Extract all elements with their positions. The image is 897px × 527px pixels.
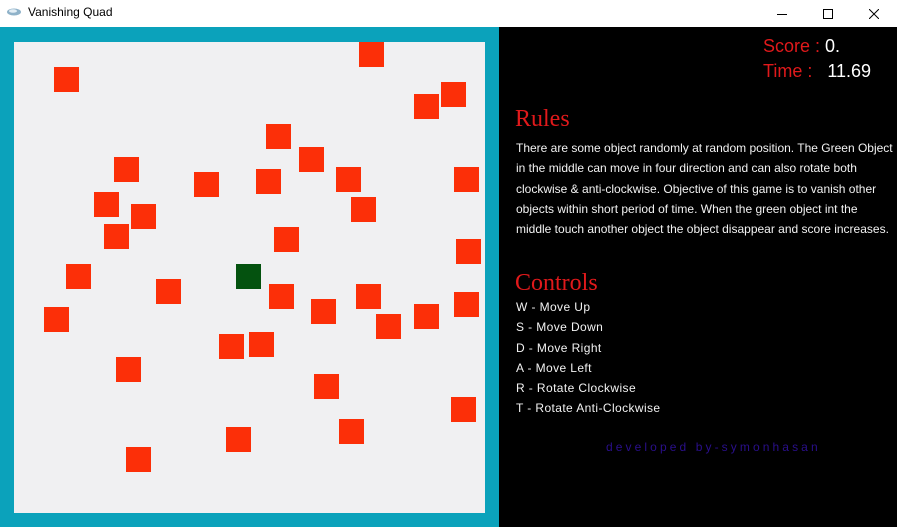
minimize-button[interactable]: [759, 0, 805, 27]
enemy-square: [454, 167, 479, 192]
window-title: Vanishing Quad: [28, 5, 113, 19]
enemy-square: [114, 157, 139, 182]
enemy-square: [356, 284, 381, 309]
maximize-button[interactable]: [805, 0, 851, 27]
enemy-square: [274, 227, 299, 252]
enemy-square: [336, 167, 361, 192]
controls-heading: Controls: [515, 270, 598, 296]
score-value: 0.: [825, 36, 841, 56]
control-item-s: S - Move Down: [516, 320, 604, 335]
enemy-square: [256, 169, 281, 194]
rules-heading: Rules: [515, 106, 570, 132]
maximize-icon: [823, 8, 833, 19]
enemy-square: [451, 397, 476, 422]
minimize-icon: [777, 13, 787, 15]
controls-list: W - Move Up S - Move Down D - Move Right…: [516, 297, 661, 419]
enemy-square: [414, 304, 439, 329]
enemy-square: [126, 447, 151, 472]
title-bar: Vanishing Quad: [0, 0, 897, 27]
enemy-square: [104, 224, 129, 249]
time-display: Time : 11.69: [763, 61, 871, 82]
enemy-square: [226, 427, 251, 452]
enemy-square: [311, 299, 336, 324]
developer-credit: developed by-symonhasan: [606, 440, 821, 454]
enemy-square: [414, 94, 439, 119]
close-icon: [869, 8, 879, 19]
enemy-square: [269, 284, 294, 309]
score-display: Score : 0.: [763, 36, 840, 57]
control-item-d: D - Move Right: [516, 340, 602, 355]
time-label: Time :: [763, 61, 813, 81]
app-icon: [7, 8, 21, 16]
game-area: [0, 27, 499, 527]
enemy-square: [456, 239, 481, 264]
enemy-square: [94, 192, 119, 217]
close-button[interactable]: [851, 0, 897, 27]
enemy-square: [359, 42, 384, 67]
enemy-square: [131, 204, 156, 229]
enemy-square: [314, 374, 339, 399]
enemy-square: [351, 197, 376, 222]
control-item-w: W - Move Up: [516, 300, 591, 314]
enemy-square: [441, 82, 466, 107]
enemy-square: [54, 67, 79, 92]
game-board[interactable]: [14, 42, 485, 513]
info-panel: Score : 0. Time : 11.69 Rules There are …: [499, 27, 897, 527]
enemy-square: [66, 264, 91, 289]
enemy-square: [116, 357, 141, 382]
enemy-square: [299, 147, 324, 172]
enemy-square: [156, 279, 181, 304]
player-square: [236, 264, 261, 289]
control-item-a: A - Move Left: [516, 360, 592, 375]
enemy-square: [266, 124, 291, 149]
enemy-square: [44, 307, 69, 332]
time-value: 11.69: [827, 61, 872, 81]
score-label: Score :: [763, 36, 821, 56]
control-item-t: T - Rotate Anti-Clockwise: [516, 401, 661, 416]
enemy-square: [339, 419, 364, 444]
enemy-square: [219, 334, 244, 359]
enemy-square: [376, 314, 401, 339]
enemy-square: [194, 172, 219, 197]
enemy-square: [454, 292, 479, 317]
control-item-r: R - Rotate Clockwise: [516, 381, 637, 396]
rules-text: There are some object randomly at random…: [516, 141, 893, 237]
enemy-square: [249, 332, 274, 357]
